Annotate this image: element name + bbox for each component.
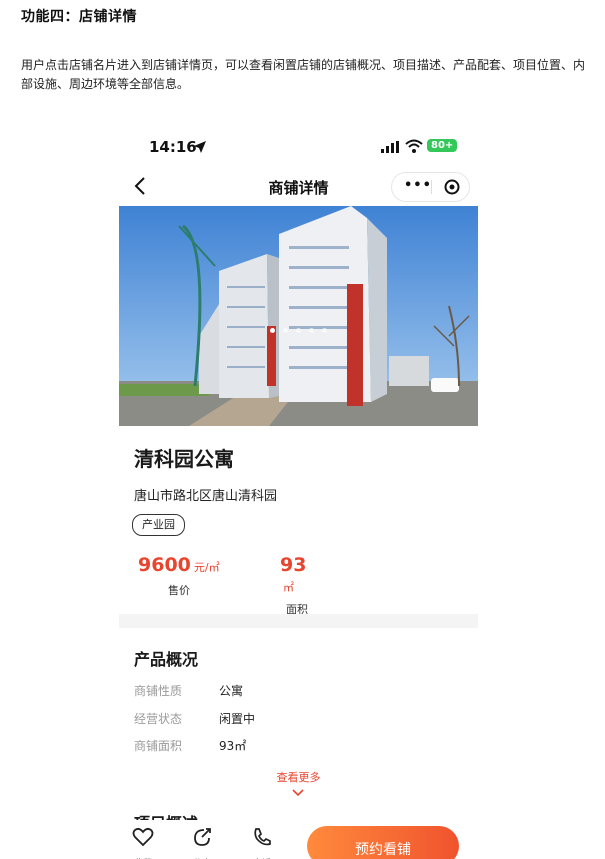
nav-bar: 商铺详情 ••• xyxy=(119,170,478,204)
mini-program-capsule: ••• xyxy=(391,172,470,202)
price-stat: 9600 元/㎡ 售价 xyxy=(138,554,220,598)
signal-icon xyxy=(381,141,399,153)
carousel-dot[interactable] xyxy=(283,328,288,333)
wifi-icon xyxy=(405,139,423,153)
battery-icon: 80+ xyxy=(427,139,458,152)
bottom-action-bar: 收藏 分享 电话 预约看铺 xyxy=(119,820,478,859)
carousel-dot[interactable] xyxy=(270,328,275,333)
doc-description: 用户点击店铺名片进入到店铺详情页，可以查看闲置店铺的店铺概况、项目描述、产品配套… xyxy=(21,58,586,91)
price-unit: 元/㎡ xyxy=(193,561,220,574)
status-time: 14:16 xyxy=(149,138,197,156)
overview-row: 商铺面积 93㎡ xyxy=(134,737,246,754)
shop-tag: 产业园 xyxy=(132,514,185,536)
overview-key: 经营状态 xyxy=(134,712,183,726)
phone-screenshot: 14:16 80+ 商铺详情 ••• 清科园公寓 唐山市路北区唐山清科园 产业园… xyxy=(119,126,478,859)
chevron-down-icon[interactable] xyxy=(292,789,304,797)
carousel-dots xyxy=(119,318,478,337)
overview-row: 商铺性质 公寓 xyxy=(134,682,243,699)
area-unit: ㎡ xyxy=(283,581,294,594)
shop-photo-carousel[interactable] xyxy=(119,206,478,426)
section-divider xyxy=(119,614,478,628)
shop-address: 唐山市路北区唐山清科园 xyxy=(134,489,278,504)
status-bar: 14:16 80+ xyxy=(119,126,478,166)
book-viewing-button[interactable]: 预约看铺 xyxy=(307,826,459,859)
area-stat: 93㎡ 面积 xyxy=(280,554,314,617)
overview-value: 闲置中 xyxy=(219,712,256,726)
doc-title: 功能四：店铺详情 xyxy=(21,9,137,25)
carousel-dot[interactable] xyxy=(296,328,301,333)
carousel-dot[interactable] xyxy=(309,328,314,333)
overview-value: 93㎡ xyxy=(219,739,247,753)
overview-key: 商铺性质 xyxy=(134,684,183,698)
area-value: 93 xyxy=(280,554,307,576)
overview-row: 经营状态 闲置中 xyxy=(134,710,255,727)
price-value: 9600 xyxy=(138,554,191,576)
share-icon[interactable] xyxy=(191,826,213,848)
phone-icon[interactable] xyxy=(251,826,273,848)
carousel-dot[interactable] xyxy=(322,328,327,333)
price-label: 售价 xyxy=(168,584,190,597)
overview-value: 公寓 xyxy=(219,684,244,698)
overview-title: 产品概况 xyxy=(134,650,199,669)
location-arrow-icon xyxy=(194,141,206,153)
see-more-link[interactable]: 查看更多 xyxy=(119,769,478,785)
overview-key: 商铺面积 xyxy=(134,739,183,753)
more-icon[interactable]: ••• xyxy=(404,179,432,192)
close-target-icon[interactable] xyxy=(444,179,460,195)
shop-name: 清科园公寓 xyxy=(134,447,234,471)
capsule-divider xyxy=(431,180,432,194)
heart-icon[interactable] xyxy=(132,826,154,848)
